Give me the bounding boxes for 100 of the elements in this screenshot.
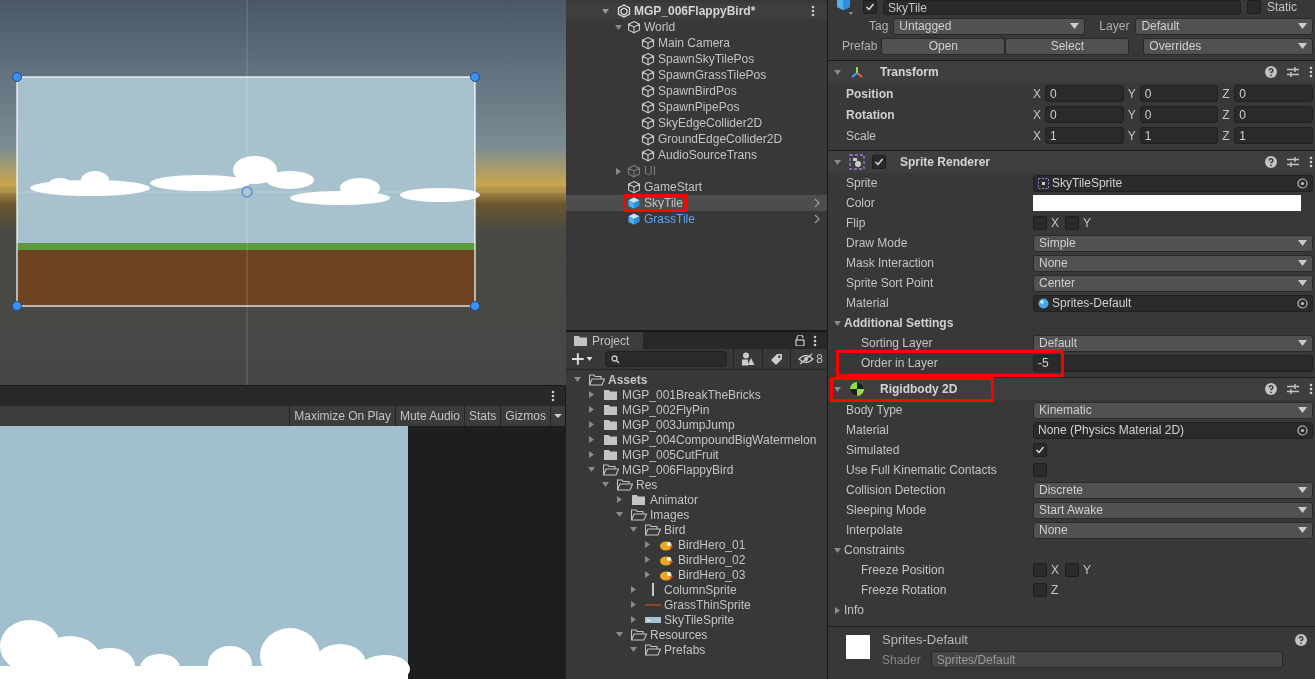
project-item[interactable]: MGP_003JumpJump (566, 417, 827, 432)
checkbox[interactable] (1033, 443, 1047, 457)
dropdown[interactable]: Start Awake (1033, 501, 1313, 519)
object-picker-icon[interactable] (1297, 424, 1308, 436)
number-field[interactable]: 1 (1139, 127, 1219, 144)
overrides-dropdown[interactable]: Overrides (1143, 37, 1313, 55)
more-options-icon[interactable] (1309, 66, 1313, 78)
tag-dropdown[interactable]: Untagged (893, 17, 1086, 35)
checkbox[interactable] (1033, 563, 1047, 577)
checkbox[interactable] (1065, 563, 1079, 577)
dropdown[interactable]: Discrete (1033, 481, 1313, 499)
presets-icon[interactable] (1287, 66, 1299, 78)
expand-arrow-icon[interactable] (833, 605, 842, 615)
hierarchy-item[interactable]: SkyTile (566, 195, 827, 211)
expand-arrow-icon[interactable] (629, 585, 638, 594)
checkbox[interactable] (1033, 216, 1047, 230)
object-field[interactable]: SkyTileSprite (1033, 174, 1313, 192)
expand-arrow-icon[interactable] (573, 375, 582, 384)
tag-icon[interactable] (770, 352, 784, 366)
expand-arrow-icon[interactable] (833, 384, 842, 394)
number-field[interactable]: -5 (1033, 354, 1313, 372)
hierarchy-item[interactable]: Main Camera (566, 35, 827, 51)
expand-arrow-icon[interactable] (587, 450, 596, 459)
name-field[interactable]: SkyTile (883, 0, 1241, 15)
expand-arrow-icon[interactable] (833, 318, 842, 328)
hierarchy-item[interactable]: SpawnGrassTilePos (566, 67, 827, 83)
help-icon[interactable] (1265, 383, 1277, 395)
project-item[interactable]: Prefabs (566, 642, 827, 657)
number-field[interactable]: 0 (1234, 106, 1313, 123)
project-item[interactable]: BirdHero_03 (566, 567, 827, 582)
checkbox[interactable] (1033, 583, 1047, 597)
expand-arrow-icon[interactable] (587, 390, 596, 399)
help-icon[interactable] (1265, 66, 1277, 78)
expand-arrow-icon[interactable] (643, 555, 652, 564)
hierarchy-item[interactable]: SpawnBirdPos (566, 83, 827, 99)
dropdown[interactable]: Simple (1033, 234, 1313, 252)
shapes-icon[interactable] (741, 352, 756, 366)
object-picker-icon[interactable] (1297, 297, 1308, 309)
expand-arrow-icon[interactable] (601, 480, 610, 489)
project-item[interactable]: GrassThinSprite (566, 597, 827, 612)
lock-icon[interactable] (795, 335, 805, 346)
project-item[interactable]: BirdHero_01 (566, 537, 827, 552)
expand-arrow-icon[interactable] (587, 465, 596, 474)
expand-arrow-icon[interactable] (615, 495, 624, 504)
expand-arrow-icon[interactable] (614, 22, 623, 32)
number-field[interactable]: 0 (1234, 85, 1313, 102)
more-options-icon[interactable] (1309, 383, 1313, 395)
object-field[interactable]: None (Physics Material 2D) (1033, 421, 1313, 439)
expand-arrow-icon[interactable] (614, 166, 623, 176)
hierarchy-item[interactable]: GameStart (566, 179, 827, 195)
project-item[interactable]: MGP_001BreakTheBricks (566, 387, 827, 402)
dropdown[interactable]: Center (1033, 274, 1313, 292)
hierarchy-item[interactable]: GroundEdgeCollider2D (566, 131, 827, 147)
project-item[interactable]: MGP_006FlappyBird (566, 462, 827, 477)
presets-icon[interactable] (1287, 383, 1299, 395)
hierarchy-item[interactable]: AudioSourceTrans (566, 147, 827, 163)
more-options-icon[interactable] (813, 334, 817, 347)
hierarchy-item[interactable]: SkyEdgeCollider2D (566, 115, 827, 131)
help-icon[interactable] (1295, 634, 1307, 646)
expand-arrow-icon[interactable] (615, 630, 624, 639)
more-options-icon[interactable] (1309, 156, 1313, 168)
expand-arrow-icon[interactable] (587, 420, 596, 429)
dropdown[interactable]: None (1033, 521, 1313, 539)
expand-arrow-icon[interactable] (587, 435, 596, 444)
project-item[interactable]: MGP_005CutFruit (566, 447, 827, 462)
dropdown[interactable]: Default (1033, 334, 1313, 352)
prefab-button[interactable]: Select (1005, 37, 1130, 55)
expand-arrow-icon[interactable] (629, 645, 638, 654)
project-item[interactable]: BirdHero_02 (566, 552, 827, 567)
component-header[interactable]: Transform (828, 60, 1315, 83)
project-item[interactable]: Images (566, 507, 827, 522)
number-field[interactable]: 0 (1045, 85, 1124, 102)
number-field[interactable]: 1 (1045, 127, 1124, 144)
object-picker-icon[interactable] (1297, 177, 1308, 189)
expand-arrow-icon[interactable] (833, 67, 842, 77)
component-header[interactable]: Sprite Renderer (828, 150, 1315, 173)
project-item[interactable]: Animator (566, 492, 827, 507)
project-item[interactable]: Bird (566, 522, 827, 537)
number-field[interactable]: 0 (1139, 85, 1219, 102)
expand-arrow-icon[interactable] (833, 545, 842, 555)
number-field[interactable]: 1 (1234, 127, 1313, 144)
project-item[interactable]: MGP_002FlyPin (566, 402, 827, 417)
expand-arrow-icon[interactable] (629, 600, 638, 609)
more-options-icon[interactable] (811, 5, 815, 17)
color-field[interactable] (1033, 195, 1301, 211)
hierarchy-item[interactable]: SpawnSkyTilePos (566, 51, 827, 67)
expand-arrow-icon[interactable] (833, 157, 842, 167)
number-field[interactable]: 0 (1045, 106, 1124, 123)
hierarchy-item[interactable]: GrassTile (566, 211, 827, 227)
project-item[interactable]: ColumnSprite (566, 582, 827, 597)
enabled-checkbox[interactable] (872, 155, 886, 169)
presets-icon[interactable] (1287, 156, 1299, 168)
expand-arrow-icon[interactable] (587, 405, 596, 414)
expand-arrow-icon[interactable] (643, 570, 652, 579)
active-checkbox[interactable] (863, 0, 877, 14)
dropdown[interactable]: None (1033, 254, 1313, 272)
project-item[interactable]: Assets (566, 372, 827, 387)
checkbox[interactable] (1033, 463, 1047, 477)
help-icon[interactable] (1265, 156, 1277, 168)
expand-arrow-icon[interactable] (643, 540, 652, 549)
